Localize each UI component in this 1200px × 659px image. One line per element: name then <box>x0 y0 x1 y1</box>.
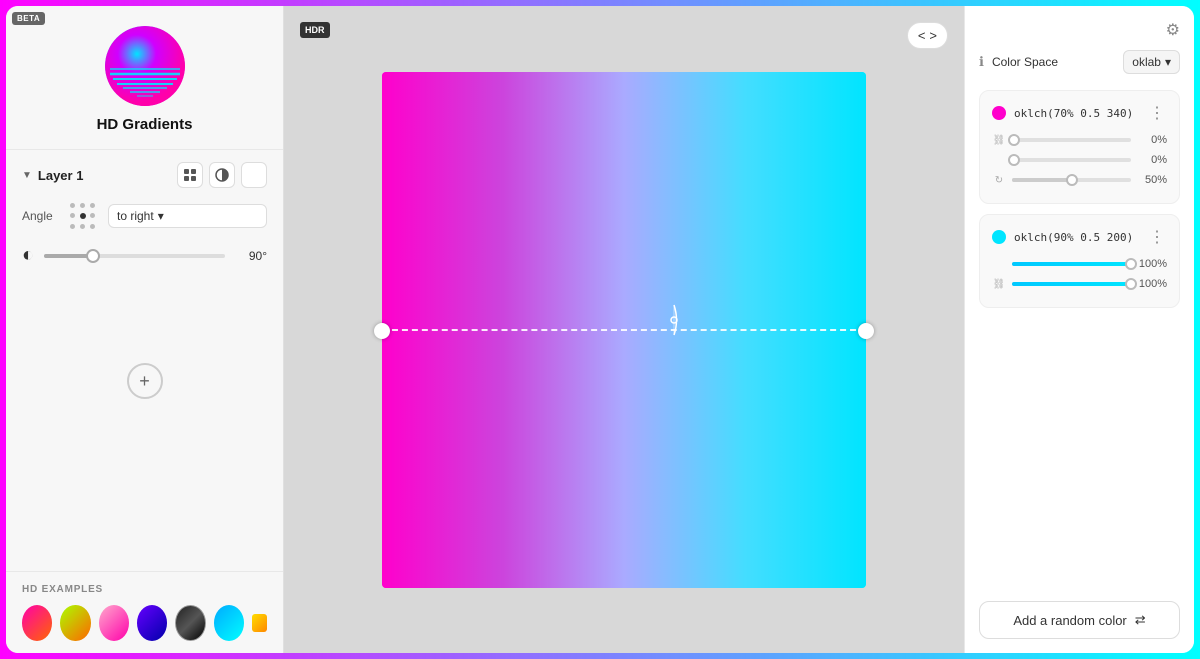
example-swatch-3[interactable] <box>99 605 129 641</box>
right-panel: ⚙ ℹ Color Space oklab ▾ oklch(70% 0.5 34… <box>964 6 1194 653</box>
chain-icon: ⛓ <box>992 133 1006 147</box>
color-dot-2[interactable] <box>992 230 1006 244</box>
color-dot-1[interactable] <box>992 106 1006 120</box>
degree-value: 90° <box>235 249 267 263</box>
add-random-section: Add a random color ⇄ <box>979 585 1180 639</box>
slider-1a[interactable] <box>1012 138 1131 142</box>
color-stop-1: oklch(70% 0.5 340) ⋮ ⛓ 0% 0% <box>979 90 1180 204</box>
color-stop-2-label: oklch(90% 0.5 200) <box>1014 231 1139 244</box>
curve-handle[interactable] <box>654 300 694 340</box>
direction-dot-grid[interactable] <box>70 202 98 230</box>
color-space-label: Color Space <box>992 55 1115 69</box>
angle-select[interactable]: to right ▾ <box>108 204 267 228</box>
half-circle-icon-btn[interactable] <box>209 162 235 188</box>
nav-left-icon: < <box>918 28 926 43</box>
gradient-handle-right[interactable] <box>858 323 874 339</box>
more-btn-2[interactable]: ⋮ <box>1147 225 1167 249</box>
slider-2b[interactable] <box>1012 282 1131 286</box>
chevron-down-icon: ▾ <box>158 209 164 223</box>
app-logo <box>105 26 185 106</box>
hd-examples-label: HD EXAMPLES <box>22 584 267 595</box>
layer-section: ▼ Layer 1 Angle <box>6 150 283 571</box>
example-swatch-7[interactable] <box>252 614 267 632</box>
hdr-badge: HDR <box>300 22 330 38</box>
slider-1b-value: 0% <box>1137 154 1167 166</box>
moon-icon-btn[interactable] <box>241 162 267 188</box>
slider-row-2a: 100% <box>992 257 1167 271</box>
example-swatch-4[interactable] <box>137 605 167 641</box>
example-swatch-1[interactable] <box>22 605 52 641</box>
canvas-nav-button[interactable]: < > <box>907 22 948 49</box>
beta-badge: BETA <box>12 12 45 25</box>
add-random-button[interactable]: Add a random color ⇄ <box>979 601 1180 639</box>
blank-icon-1 <box>992 153 1006 167</box>
slider-row-1a: ⛓ 0% <box>992 133 1167 147</box>
degree-slider[interactable] <box>44 254 225 258</box>
chain-icon-2: ⛓ <box>992 277 1006 291</box>
color-space-select[interactable]: oklab ▾ <box>1123 50 1180 74</box>
slider-row-1b: 0% <box>992 153 1167 167</box>
gradient-handle-left[interactable] <box>374 323 390 339</box>
gradient-canvas[interactable] <box>382 72 866 588</box>
example-swatch-5[interactable] <box>175 605 206 641</box>
color-stop-2: oklch(90% 0.5 200) ⋮ 100% ⛓ 100% <box>979 214 1180 308</box>
layer-title: Layer 1 <box>38 168 84 183</box>
slider-row-2b: ⛓ 100% <box>992 277 1167 291</box>
grid-icon-btn[interactable] <box>177 162 203 188</box>
angle-icon: ◐ <box>22 244 34 267</box>
gear-icon[interactable]: ⚙ <box>1166 20 1180 40</box>
layer-chevron[interactable]: ▼ <box>22 170 32 181</box>
shuffle-icon: ⇄ <box>1135 612 1146 628</box>
color-stop-1-label: oklch(70% 0.5 340) <box>1014 107 1139 120</box>
info-icon: ℹ <box>979 54 984 70</box>
degree-row: ◐ 90° <box>22 244 267 267</box>
slider-1c-value: 50% <box>1137 174 1167 186</box>
slider-2b-value: 100% <box>1137 278 1167 290</box>
rotate-icon: ↻ <box>992 173 1006 187</box>
example-swatch-6[interactable] <box>214 605 244 641</box>
app-title: HD Gradients <box>97 116 193 133</box>
slider-2a[interactable] <box>1012 262 1131 266</box>
add-random-label: Add a random color <box>1013 613 1126 628</box>
nav-right-icon: > <box>929 28 937 43</box>
color-space-row: ℹ Color Space oklab ▾ <box>979 50 1180 74</box>
angle-row: Angle to right ▾ <box>22 202 267 230</box>
slider-row-1c: ↻ 50% <box>992 173 1167 187</box>
canvas-area: HDR < > <box>284 6 964 653</box>
hd-examples-section: HD EXAMPLES <box>6 571 283 653</box>
sidebar: HD Gradients ▼ Layer 1 <box>6 6 284 653</box>
slider-1c[interactable] <box>1012 178 1131 182</box>
slider-1a-value: 0% <box>1137 134 1167 146</box>
slider-2a-value: 100% <box>1137 258 1167 270</box>
blank-icon-2 <box>992 257 1006 271</box>
more-btn-1[interactable]: ⋮ <box>1147 101 1167 125</box>
sidebar-header: HD Gradients <box>6 6 283 150</box>
slider-1b[interactable] <box>1012 158 1131 162</box>
example-swatch-2[interactable] <box>60 605 90 641</box>
add-layer-button[interactable]: + <box>127 363 163 399</box>
angle-label: Angle <box>22 209 60 223</box>
chevron-down-icon: ▾ <box>1165 55 1171 69</box>
